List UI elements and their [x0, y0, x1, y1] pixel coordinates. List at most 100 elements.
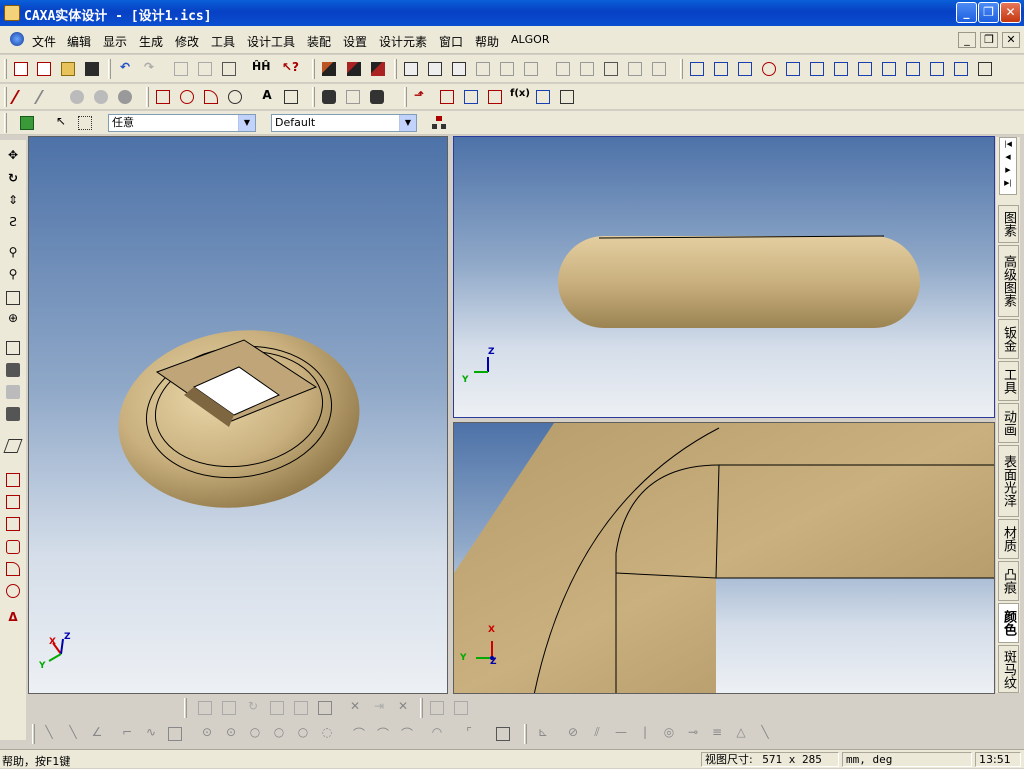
arc-icon[interactable]: ⌒ — [398, 725, 416, 743]
chevron-down-icon[interactable]: ▼ — [238, 115, 255, 131]
constraint-icon[interactable]: — — [612, 725, 630, 743]
menu-algor[interactable]: ALGOR — [511, 33, 549, 46]
feature-icon[interactable] — [426, 60, 444, 78]
view-point-icon[interactable] — [4, 339, 22, 357]
offset-icon[interactable] — [494, 725, 512, 743]
sketch-tool-icon[interactable] — [196, 699, 214, 717]
feature-icon[interactable] — [498, 60, 516, 78]
cut-icon[interactable] — [172, 60, 190, 78]
dimension-icon[interactable]: Δ — [4, 610, 22, 628]
surface-icon[interactable] — [712, 60, 730, 78]
camera-icon[interactable] — [4, 361, 22, 379]
render-box-icon[interactable] — [369, 60, 387, 78]
close-button[interactable]: ✕ — [1000, 2, 1021, 23]
sketch-icon[interactable] — [486, 88, 504, 106]
pan-icon[interactable]: ⇕ — [4, 193, 22, 211]
sketch-icon[interactable] — [558, 88, 576, 106]
render-icon[interactable] — [368, 88, 386, 106]
feature-icon[interactable] — [402, 60, 420, 78]
smart-snap-icon[interactable] — [116, 88, 134, 106]
ellipse-icon[interactable]: ◌ — [318, 725, 336, 743]
surface-icon[interactable] — [952, 60, 970, 78]
surface-icon[interactable] — [688, 60, 706, 78]
toolbar-grip[interactable] — [4, 87, 7, 107]
spline-icon[interactable]: ∿ — [142, 725, 160, 743]
constraint-icon[interactable]: ⊸ — [684, 725, 702, 743]
constraint-icon[interactable]: ⫽ — [588, 725, 606, 743]
surface-icon[interactable] — [760, 60, 778, 78]
polyline-icon[interactable]: ⌐ — [118, 725, 136, 743]
arc-icon[interactable]: ⌒ — [374, 725, 392, 743]
shape-icon[interactable] — [4, 515, 22, 533]
sketch-tool-icon[interactable] — [428, 699, 446, 717]
style-select[interactable]: Default ▼ — [271, 114, 417, 132]
open-folder-icon[interactable] — [59, 60, 77, 78]
arc-icon[interactable]: ◠ — [428, 725, 446, 743]
new-drawing-icon[interactable] — [35, 60, 53, 78]
surface-icon[interactable] — [832, 60, 850, 78]
smart-snap-icon[interactable] — [68, 88, 86, 106]
minimize-button[interactable]: _ — [956, 2, 977, 23]
viewport-detail[interactable]: X Z Y — [453, 422, 995, 694]
sketch-plane-icon[interactable] — [3, 437, 23, 455]
tab-tools[interactable]: 工具 — [998, 361, 1019, 401]
constraint-icon[interactable]: ╲ — [756, 725, 774, 743]
surface-icon[interactable] — [976, 60, 994, 78]
constraint-icon[interactable]: ≡ — [708, 725, 726, 743]
menu-display[interactable]: 显示 — [103, 33, 127, 50]
tab-advanced-elements[interactable]: 高级图素 — [998, 245, 1019, 317]
tab-zebra[interactable]: 斑马纹 — [998, 645, 1019, 693]
viewport-front[interactable]: Z Y — [453, 136, 995, 418]
feature-icon[interactable] — [578, 60, 596, 78]
rotate-icon[interactable]: ↻ — [4, 171, 22, 189]
save-icon[interactable] — [83, 60, 101, 78]
redo-icon[interactable]: ↷ — [140, 60, 158, 78]
toolbar-grip[interactable] — [4, 113, 7, 133]
tab-nav-prev[interactable]: ◀ — [1000, 151, 1016, 164]
circle-icon[interactable]: ○ — [294, 725, 312, 743]
tab-nav-first[interactable]: |◀ — [1000, 138, 1016, 151]
feature-icon[interactable] — [450, 60, 468, 78]
zoom-fit-icon[interactable] — [4, 289, 22, 307]
sketch-icon[interactable] — [438, 88, 456, 106]
select-pointer-icon[interactable]: ↖ — [52, 114, 70, 132]
move-anchor-icon[interactable] — [154, 88, 172, 106]
feature-icon[interactable] — [626, 60, 644, 78]
sketch-tool-icon[interactable] — [220, 699, 238, 717]
feature-icon[interactable] — [650, 60, 668, 78]
mdi-restore-button[interactable]: ❐ — [980, 32, 998, 48]
extend-icon[interactable]: ⇥ — [370, 699, 388, 717]
menu-design-tools[interactable]: 设计工具 — [247, 33, 295, 50]
tab-sheet-metal[interactable]: 钣金 — [998, 319, 1019, 359]
constraint-icon[interactable]: △ — [732, 725, 750, 743]
rectangle-icon[interactable] — [166, 725, 184, 743]
tab-color[interactable]: 颜色 — [998, 603, 1019, 643]
trim-icon[interactable]: ✕ — [394, 699, 412, 717]
copy-icon[interactable] — [196, 60, 214, 78]
eyedropper-icon[interactable] — [33, 88, 59, 106]
menu-assembly[interactable]: 装配 — [307, 33, 331, 50]
constraint-icon[interactable]: ◎ — [660, 725, 678, 743]
toolbar-grip[interactable] — [4, 59, 7, 79]
surface-icon[interactable] — [904, 60, 922, 78]
tab-nav-last[interactable]: ▶| — [1000, 177, 1016, 190]
camera-icon[interactable] — [320, 88, 338, 106]
sketch-tool-icon[interactable] — [292, 699, 310, 717]
ring-model-iso[interactable] — [29, 137, 448, 694]
render-box-icon[interactable] — [345, 60, 363, 78]
arc-icon[interactable]: ⌒ — [350, 725, 368, 743]
feature-icon[interactable] — [522, 60, 540, 78]
tab-emboss[interactable]: 凸痕 — [998, 561, 1019, 601]
smart-snap-icon[interactable] — [92, 88, 110, 106]
sketch-tool-icon[interactable] — [268, 699, 286, 717]
constraint-icon[interactable]: | — [636, 725, 654, 743]
surface-icon[interactable] — [784, 60, 802, 78]
function-icon[interactable]: f(x) — [510, 88, 530, 106]
sketch-tool-icon[interactable] — [316, 699, 334, 717]
selection-filter-select[interactable]: 任意 ▼ — [108, 114, 256, 132]
feature-icon[interactable] — [474, 60, 492, 78]
shape-icon[interactable] — [4, 471, 22, 489]
viewport-isometric[interactable]: X Z Y — [28, 136, 448, 694]
sketch-icon[interactable] — [462, 88, 480, 106]
move-icon[interactable]: ✥ — [4, 148, 22, 166]
